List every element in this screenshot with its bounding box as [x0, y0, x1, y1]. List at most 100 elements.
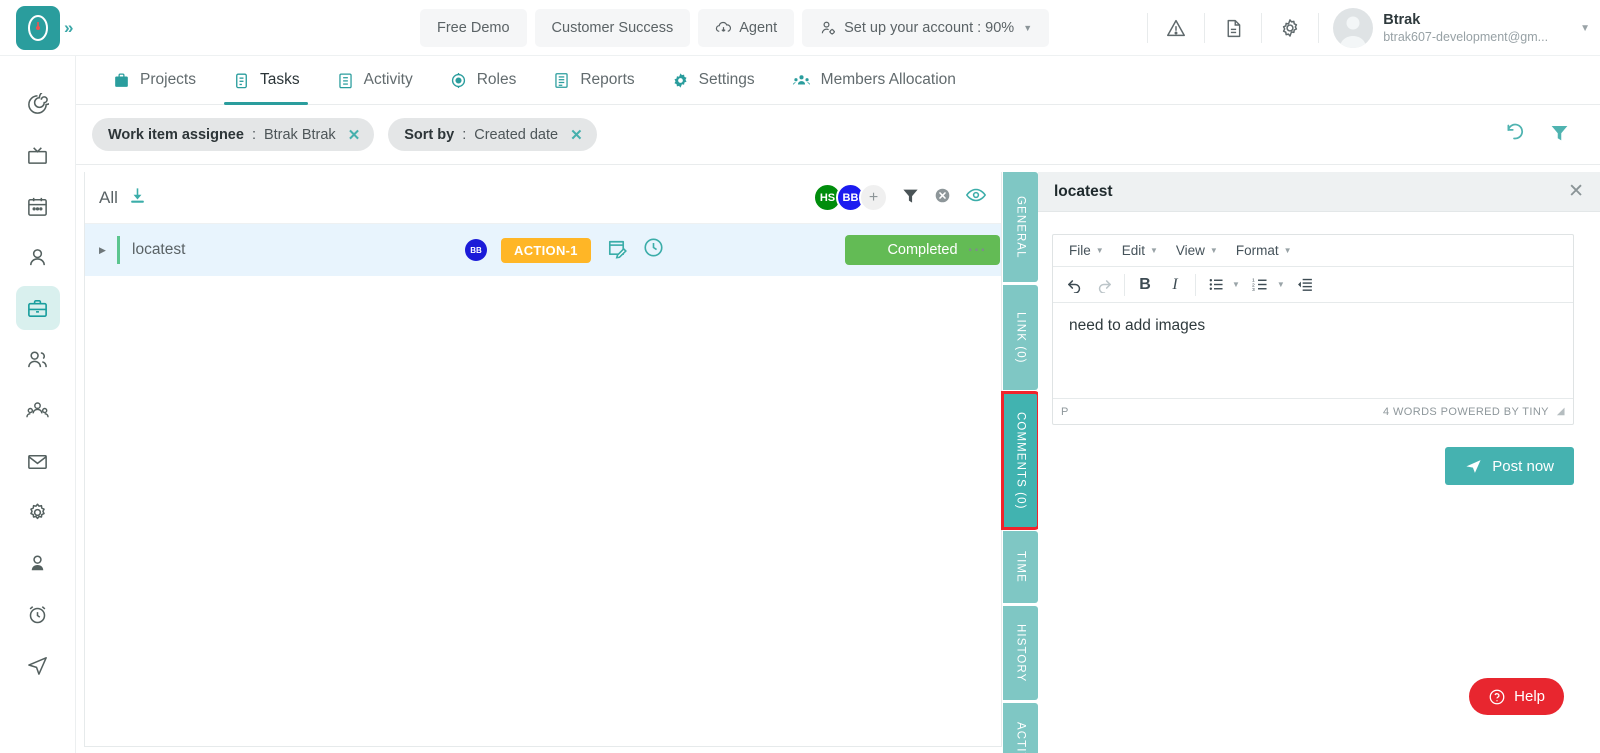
vtab-activity[interactable]: ACTIVITY	[1003, 703, 1038, 753]
editor-menu-edit[interactable]: Edit ▼	[1114, 240, 1166, 261]
tab-tasks-label: Tasks	[260, 71, 300, 88]
rail-item-users[interactable]	[16, 337, 60, 381]
tab-settings-label: Settings	[698, 71, 755, 88]
vtab-general[interactable]: GENERAL	[1003, 172, 1038, 282]
user-icon	[30, 248, 45, 265]
vtab-comments[interactable]: COMMENTS (0)	[1001, 391, 1040, 530]
bold-icon[interactable]: B	[1130, 271, 1160, 299]
editor-menu-format[interactable]: Format ▼	[1228, 240, 1300, 261]
post-action-row: Post now	[1038, 425, 1600, 485]
user-menu[interactable]: Btrak btrak607-development@gm... ▼	[1325, 8, 1590, 48]
open-filter-icon[interactable]	[1549, 122, 1570, 148]
account-setup-button[interactable]: Set up your account : 90% ▼	[802, 9, 1050, 47]
tab-activity[interactable]: Activity	[318, 56, 431, 105]
resize-grip-icon[interactable]: ◢	[1557, 406, 1565, 417]
calendar-icon	[28, 197, 47, 216]
remove-filter-sortby-icon[interactable]: ✕	[570, 126, 583, 144]
table-row[interactable]: ▶ locatest BB ACTION-1 Completed ⋯	[85, 224, 1001, 276]
bullet-list-icon[interactable]	[1201, 271, 1231, 299]
undo-icon[interactable]	[1059, 271, 1089, 299]
reset-filters-icon[interactable]	[1504, 122, 1525, 148]
svg-text:3: 3	[1252, 287, 1255, 293]
list-filter-icon[interactable]	[901, 186, 920, 210]
editor-status-right: 4 WORDS POWERED BY TINY ◢	[1383, 406, 1565, 418]
filter-chip-sortby[interactable]: Sort by : Created date ✕	[388, 118, 597, 151]
editor-menu-edit-label: Edit	[1121, 243, 1145, 258]
tab-roles[interactable]: Roles	[431, 56, 535, 105]
vtab-time[interactable]: TIME	[1003, 531, 1038, 603]
bullet-list-caret-icon[interactable]: ▼	[1231, 280, 1246, 289]
spiral-icon	[28, 92, 49, 114]
expand-sidebar-icon[interactable]: »	[64, 18, 74, 38]
app-logo[interactable]	[16, 6, 60, 50]
avatar-placeholder-icon	[1340, 16, 1367, 48]
paper-plane-icon	[28, 656, 47, 675]
tab-tasks[interactable]: Tasks	[214, 56, 318, 105]
editor-menubar: File ▼ Edit ▼ View ▼ Format ▼	[1053, 235, 1573, 267]
tab-projects[interactable]: Projects	[94, 56, 214, 105]
editor-content[interactable]: need to add images	[1053, 303, 1573, 398]
detail-panel-title: locatest	[1054, 182, 1113, 200]
chevron-down-icon[interactable]: ▼	[1580, 23, 1590, 34]
free-demo-button[interactable]: Free Demo	[420, 9, 527, 47]
clear-filter-icon[interactable]	[933, 186, 952, 210]
vtab-history-label: HISTORY	[1014, 623, 1027, 683]
header-actions: Free Demo Customer Success Agent Set up …	[420, 9, 1050, 47]
filter-chip-assignee[interactable]: Work item assignee : Btrak Btrak ✕	[92, 118, 375, 151]
editor-element-path: P	[1061, 405, 1069, 418]
avatar	[1333, 8, 1374, 48]
row-more-icon[interactable]: ⋯	[967, 239, 987, 262]
post-now-button[interactable]: Post now	[1445, 447, 1574, 485]
rail-item-calendar[interactable]	[16, 184, 60, 228]
rail-item-tv[interactable]	[16, 133, 60, 177]
close-icon[interactable]: ✕	[1568, 182, 1584, 201]
editor-menu-file[interactable]: File ▼	[1061, 240, 1112, 261]
download-icon[interactable]	[128, 186, 147, 210]
rail-item-projects[interactable]	[15, 286, 60, 330]
rail-item-user[interactable]	[16, 235, 60, 279]
vtab-history[interactable]: HISTORY	[1003, 606, 1038, 700]
rail-item-alarm[interactable]	[16, 592, 60, 636]
italic-icon[interactable]: I	[1160, 271, 1190, 299]
gear-icon	[30, 502, 45, 519]
tab-reports-label: Reports	[580, 71, 635, 88]
expand-row-icon[interactable]: ▶	[99, 245, 117, 256]
row-action-badge[interactable]: ACTION-1	[501, 237, 591, 263]
vtab-link-label: LINK (0)	[1014, 311, 1027, 364]
numbered-list-icon[interactable]: 123	[1246, 271, 1276, 299]
tab-reports[interactable]: Reports	[534, 56, 652, 105]
editor-toolbar: B I ▼ 123 ▼	[1053, 267, 1573, 303]
agent-button[interactable]: Agent	[698, 9, 795, 47]
numbered-list-caret-icon[interactable]: ▼	[1276, 280, 1291, 289]
filter-chip-assignee-key: Work item assignee	[108, 126, 244, 143]
filter-chip-assignee-value: Btrak Btrak	[263, 126, 336, 143]
calendar-edit-icon[interactable]	[605, 236, 628, 264]
vtab-link[interactable]: LINK (0)	[1003, 285, 1038, 390]
divider	[1195, 273, 1196, 296]
clock-icon[interactable]	[642, 236, 665, 264]
gear-icon[interactable]	[1268, 6, 1312, 50]
divider	[1124, 273, 1125, 296]
rail-item-person-badge[interactable]	[16, 541, 60, 585]
row-assignee-avatar[interactable]: BB	[465, 239, 487, 261]
rail-item-settings[interactable]	[16, 490, 60, 534]
customer-success-button[interactable]: Customer Success	[534, 9, 691, 47]
document-icon[interactable]	[1211, 6, 1255, 50]
tab-settings[interactable]: Settings	[653, 56, 773, 105]
filter-chip-sortby-key: Sort by	[404, 126, 455, 143]
help-button[interactable]: Help	[1469, 678, 1564, 715]
rail-item-send[interactable]	[16, 643, 60, 687]
warning-triangle-icon[interactable]	[1154, 6, 1198, 50]
add-member-button[interactable]: +	[859, 183, 888, 212]
filter-bar-actions	[1504, 122, 1584, 148]
left-rail	[0, 56, 76, 753]
indent-icon[interactable]	[1291, 271, 1321, 299]
redo-icon[interactable]	[1089, 271, 1119, 299]
rail-item-group-people[interactable]	[16, 388, 60, 432]
rail-item-mail[interactable]	[16, 439, 60, 483]
remove-filter-assignee-icon[interactable]: ✕	[348, 126, 361, 144]
editor-menu-view[interactable]: View ▼	[1168, 240, 1226, 261]
rail-item-spiral[interactable]	[16, 82, 60, 126]
eye-icon[interactable]	[965, 184, 987, 211]
tab-members-allocation[interactable]: Members Allocation	[773, 56, 974, 105]
